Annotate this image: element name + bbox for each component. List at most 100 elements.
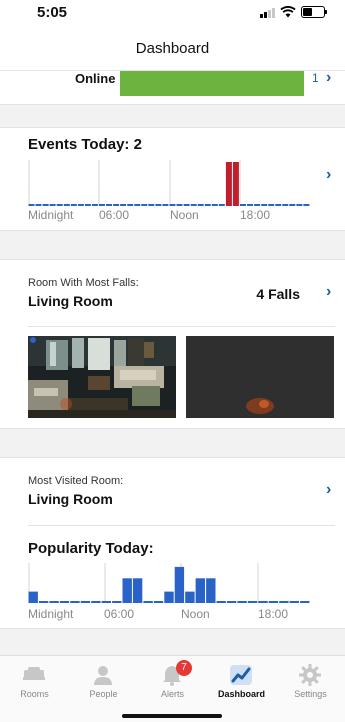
events-chart-bar [70,204,77,206]
popularity-chart-bar [279,601,289,603]
tab-alerts[interactable]: 7 Alerts [138,656,207,706]
popularity-chart-bar [101,601,111,603]
events-chart-bar [56,204,63,206]
events-chart-bar [91,204,98,206]
events-tick-1800: 18:00 [240,208,271,222]
events-chart-bar [113,204,120,206]
status-icons [260,6,327,18]
popularity-chart-bar [258,601,268,603]
popularity-chart-bar [185,591,195,603]
events-chart-bar [176,204,183,206]
tab-rooms[interactable]: Rooms [0,656,69,706]
tab-label: Settings [294,689,327,699]
events-chart-bar [254,204,261,206]
popularity-chart-bar [289,601,299,603]
events-tick-midnight: Midnight [28,208,74,222]
popularity-chart-bar [237,601,247,603]
events-chart-bar [134,204,141,206]
chevron-right-icon[interactable]: › [326,481,331,499]
tab-dashboard[interactable]: Dashboard [207,656,276,706]
popularity-chart-bar [38,601,49,603]
popularity-chart-bar [226,601,237,603]
events-chart-bar [247,204,253,206]
online-bar [120,71,304,96]
online-row[interactable]: Online 1 › [0,69,345,99]
popularity-chart-bar [80,601,91,603]
chevron-right-icon[interactable]: › [326,69,331,87]
person-icon [94,666,112,685]
visited-room-name: Living Room [28,491,113,507]
popularity-chart-bar [28,591,38,603]
events-chart-bar [63,204,70,206]
events-chart-bar [148,204,155,206]
events-chart-bar [77,204,84,206]
popularity-tick-1800: 18:00 [258,607,289,621]
popularity-tick-midnight: Midnight [28,607,74,621]
popularity-chart-bar [268,601,279,603]
bed-icon [23,667,45,680]
events-chart-bar [42,204,49,206]
wifi-icon [280,6,296,18]
falls-room-name: Living Room [28,293,113,309]
tab-label: People [89,689,118,699]
section-separator [0,230,345,260]
tab-bar: Rooms People 7 Alerts Dashboard Settings [0,655,345,722]
popularity-chart-bar [174,566,185,603]
events-chart [28,160,310,206]
divider [28,326,335,327]
popularity-chart-svg [28,563,310,603]
events-chart-svg [28,160,310,206]
tab-label: Alerts [160,689,184,699]
alerts-badge: 7 [176,660,192,676]
popularity-chart-bar [143,601,153,603]
events-chart-bar [155,204,162,206]
status-bar: 5:05 [0,0,345,28]
popularity-chart-bar [49,601,59,603]
popularity-chart-bar [122,578,132,603]
popularity-chart-bar [195,578,205,603]
cellular-signal-icon [260,7,275,18]
events-chart-bar [261,204,268,206]
events-chart-bar [28,204,35,206]
visited-label: Most Visited Room: [28,475,124,487]
popularity-chart [28,563,310,603]
tab-settings[interactable]: Settings [276,656,345,706]
popularity-chart-bar [247,601,258,603]
events-chart-bar [275,204,282,206]
events-chart-bar [84,204,91,206]
chevron-right-icon[interactable]: › [326,166,331,184]
popularity-chart-bar [132,578,143,603]
tab-label: Dashboard [217,689,265,699]
popularity-chart-bar [300,601,310,603]
online-count: 1 [312,71,319,85]
tab-label: Rooms [20,689,49,699]
events-chart-bar [225,162,232,206]
events-tick-0600: 06:00 [99,208,130,222]
events-chart-bar [190,204,197,206]
events-chart-bar [106,204,112,206]
section-separator [0,104,345,128]
events-chart-bar [296,204,303,206]
popularity-tick-noon: Noon [181,607,210,621]
heatmap-image [186,336,334,418]
events-chart-bar [268,204,275,206]
falls-count: 4 Falls [256,286,300,302]
events-chart-bar [35,204,42,206]
camera-thumbnail-room[interactable] [28,336,176,418]
divider [28,525,335,526]
events-chart-bar [120,204,127,206]
status-time: 5:05 [37,4,68,21]
events-chart-bar [197,204,204,206]
tab-people[interactable]: People [69,656,138,706]
chevron-right-icon[interactable]: › [326,283,331,301]
camera-thumbnail-heatmap[interactable] [186,336,334,418]
events-chart-bar [99,204,105,206]
home-indicator [122,714,222,718]
events-chart-bar [204,204,211,206]
popularity-chart-bar [206,578,216,603]
events-chart-bar [211,204,218,206]
popularity-title: Popularity Today: [28,540,154,557]
popularity-tick-0600: 06:00 [104,607,135,621]
events-chart-bar [240,204,246,206]
popularity-chart-bar [91,601,101,603]
